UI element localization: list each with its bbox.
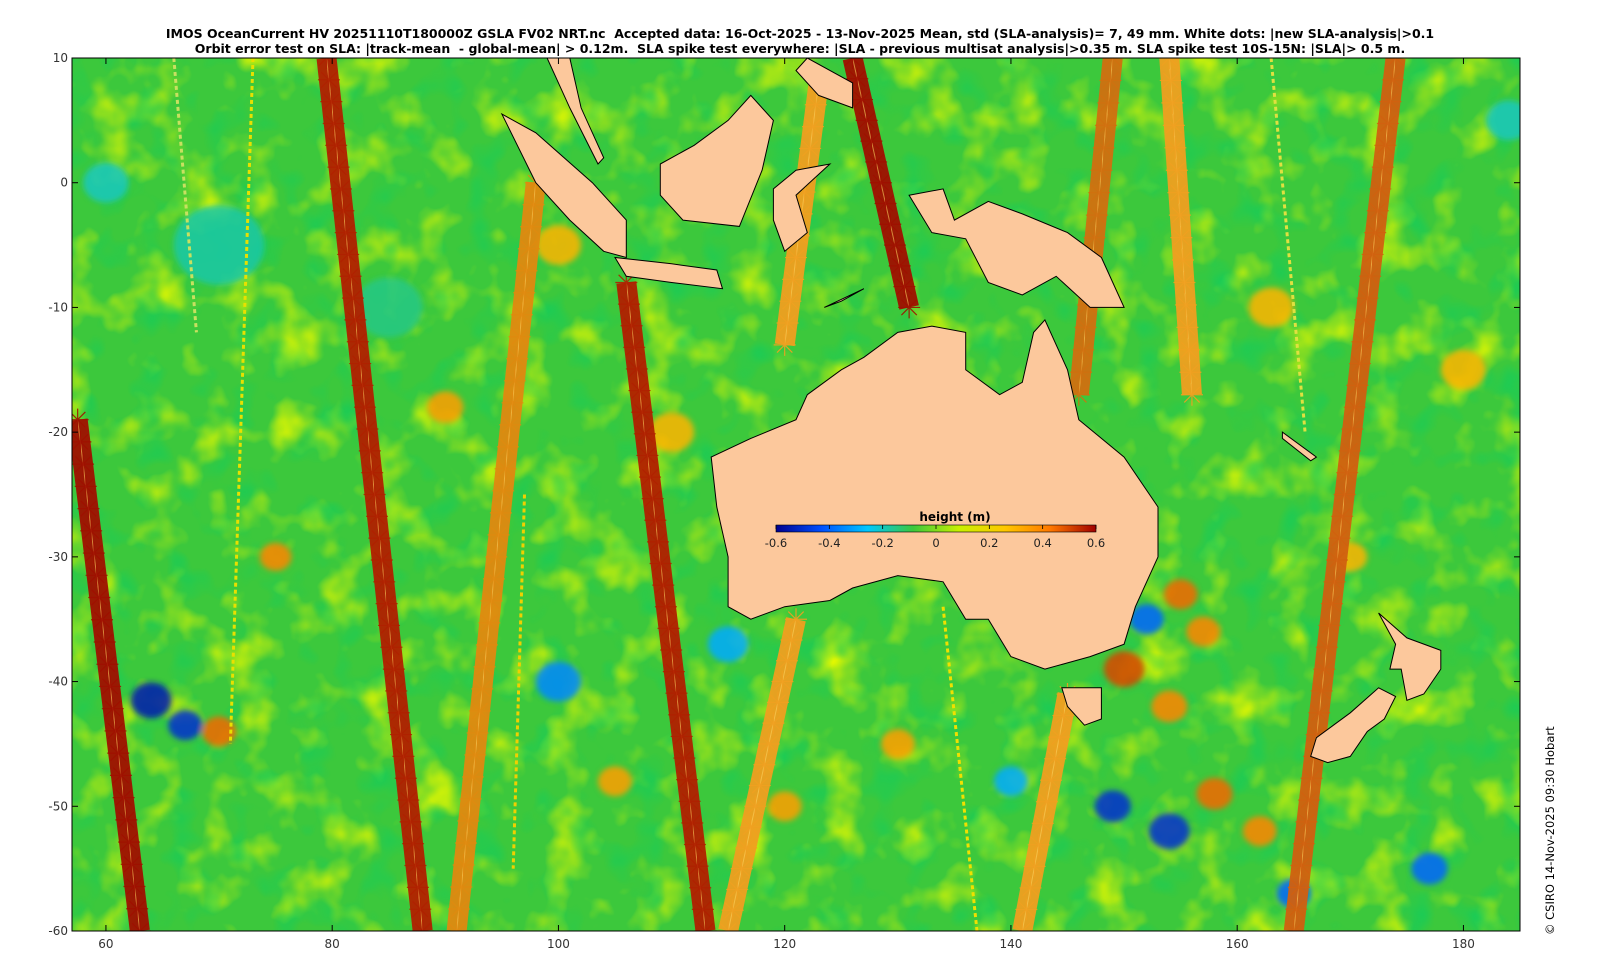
colorbar-tick-label: 0.2 xyxy=(980,536,998,550)
x-tick-label: 180 xyxy=(1452,937,1475,951)
sla-blob xyxy=(767,791,802,822)
sla-blob xyxy=(427,391,464,424)
sla-blob xyxy=(535,661,582,702)
x-tick-label: 140 xyxy=(999,937,1022,951)
colorbar-label: height (m) xyxy=(919,510,990,524)
sla-blob xyxy=(1151,690,1188,723)
y-tick-label: -30 xyxy=(48,550,68,564)
map-figure: IMOS OceanCurrent HV 20251110T180000Z GS… xyxy=(0,0,1600,970)
y-tick-label: -20 xyxy=(48,425,68,439)
sla-blob xyxy=(1411,852,1448,885)
sla-blob xyxy=(1486,100,1520,141)
sla-blob xyxy=(1196,777,1233,810)
sla-blob xyxy=(1094,790,1131,823)
y-tick-label: -10 xyxy=(48,300,68,314)
sla-blob xyxy=(1242,816,1277,847)
sla-blob xyxy=(1163,579,1198,610)
sla-blob xyxy=(130,682,172,719)
sla-blob xyxy=(1148,813,1190,850)
y-tick-label: -60 xyxy=(48,924,68,938)
copyright-credit: © CSIRO 14-Nov-2025 09:30 Hobart xyxy=(1543,726,1557,935)
y-tick-label: -50 xyxy=(48,799,68,813)
x-tick-label: 100 xyxy=(547,937,570,951)
sla-blob xyxy=(168,710,203,741)
sla-blob xyxy=(259,542,292,571)
colorbar-tick-label: 0.4 xyxy=(1034,536,1052,550)
y-tick-label: -40 xyxy=(48,675,68,689)
sla-blob xyxy=(880,728,915,759)
x-tick-label: 60 xyxy=(98,937,113,951)
sla-map: 60 80 100 120 140 160 180 100-10-20-30-40-50-6… xyxy=(48,51,1521,951)
colorbar-tick-label: -0.6 xyxy=(765,536,787,550)
colorbar-tick-label: 0.6 xyxy=(1087,536,1105,550)
sla-blob xyxy=(1248,287,1294,328)
colorbar-tick-label: -0.2 xyxy=(871,536,893,550)
sla-blob xyxy=(993,766,1028,797)
colorbar-tick-label: -0.4 xyxy=(818,536,840,550)
colorbar-tick-label: 0 xyxy=(932,536,939,550)
sla-blob xyxy=(1440,349,1487,390)
sla-blob xyxy=(598,766,632,797)
x-tick-label: 160 xyxy=(1226,937,1249,951)
y-tick-label: 10 xyxy=(53,51,68,65)
sla-blob xyxy=(1103,651,1145,688)
x-tick-label: 120 xyxy=(773,937,796,951)
y-tick-label: 0 xyxy=(60,176,68,190)
x-tick-label: 80 xyxy=(325,937,340,951)
sla-blob xyxy=(83,162,129,203)
sla-blob xyxy=(535,225,582,266)
sla-blob xyxy=(1186,616,1221,647)
sla-blob xyxy=(173,205,265,285)
sla-blob xyxy=(707,626,749,663)
